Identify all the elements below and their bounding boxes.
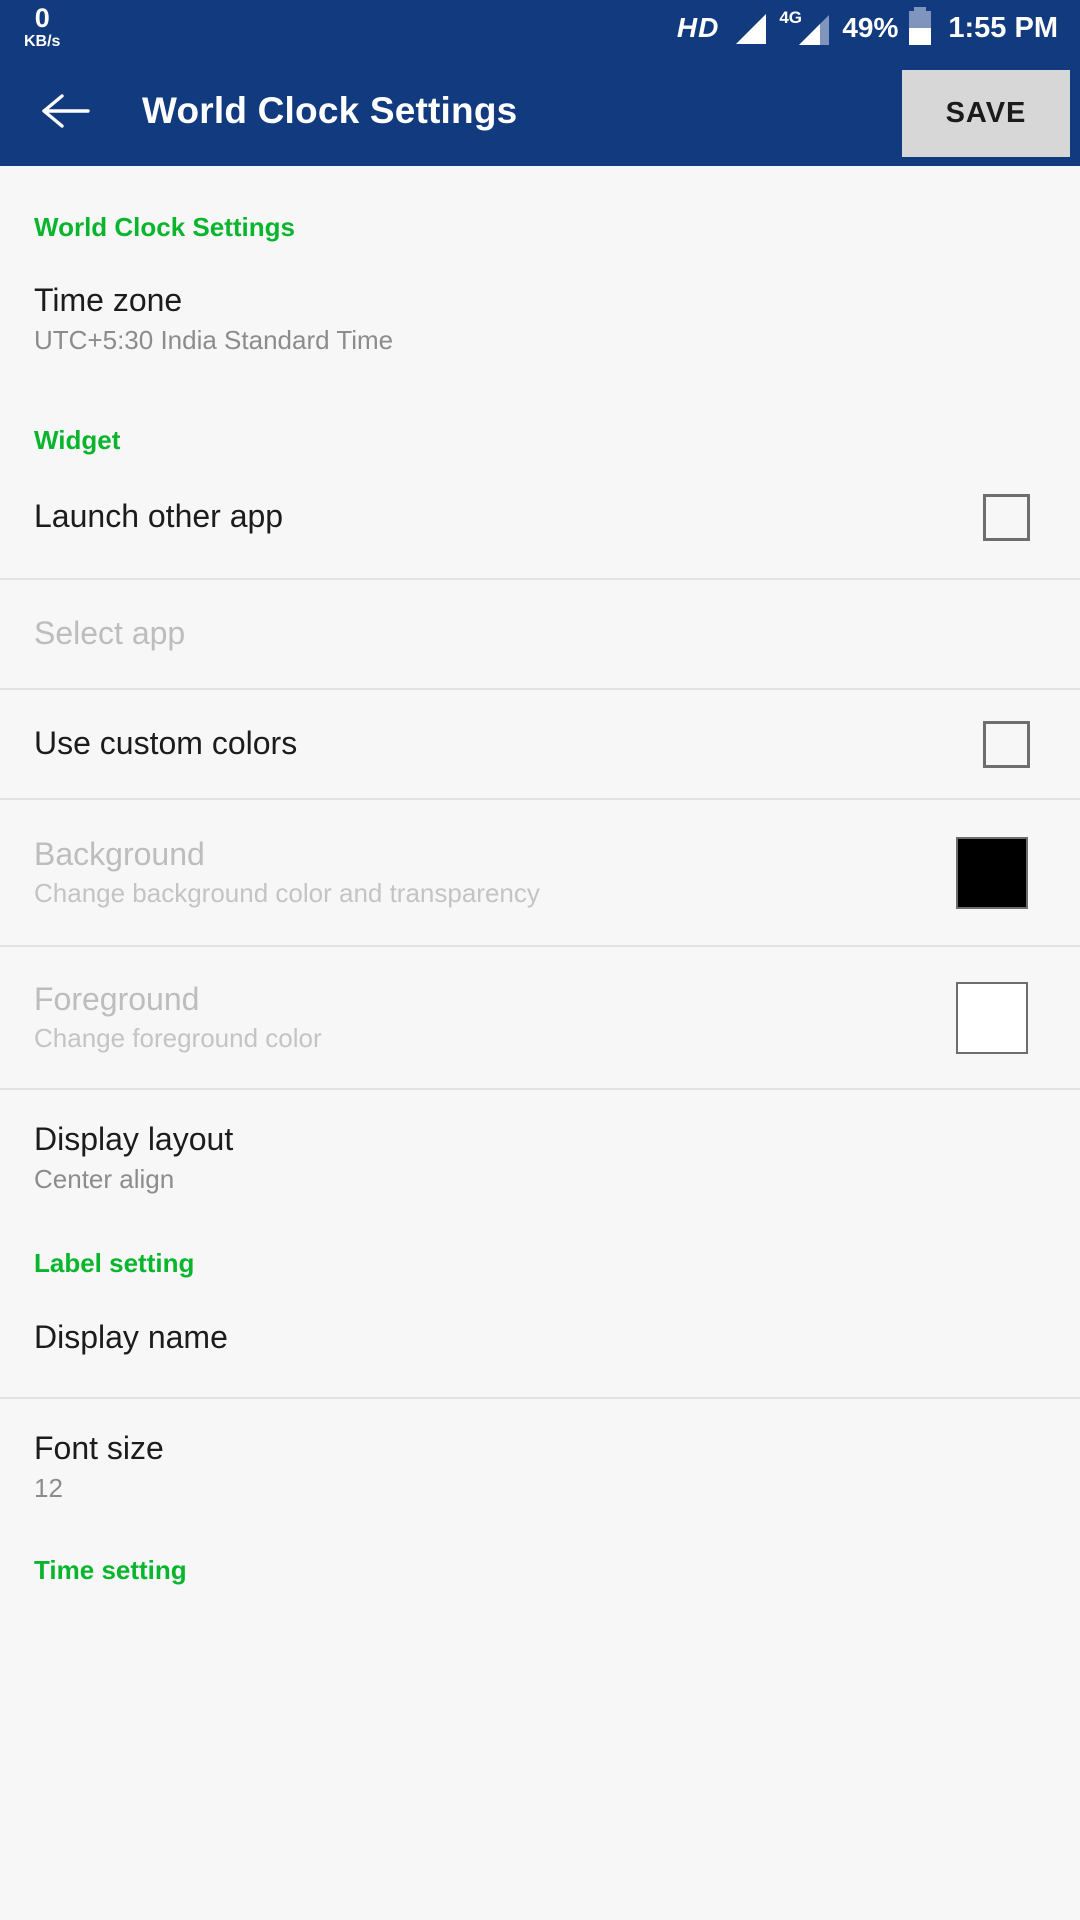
row-font-size[interactable]: Font size 12 [0,1399,1080,1527]
row-select-app: Select app [0,580,1080,688]
mobile-data-4g-icon: 4G [779,9,830,45]
row-foreground: Foreground Change foreground color [0,947,1080,1088]
signal-bars-icon [732,12,767,44]
section-header-time-setting: Time setting [34,1555,187,1585]
save-button[interactable]: SAVE [902,70,1070,157]
battery-percent-label: 49% [842,12,899,43]
display-layout-title: Display layout [34,1121,234,1157]
row-use-custom-colors[interactable]: Use custom colors [0,690,1080,798]
arrow-left-icon [40,91,90,131]
row-display-layout[interactable]: Display layout Center align [0,1090,1080,1218]
network-speed-indicator: 0 KB/s [24,2,61,50]
background-color-swatch [956,836,1028,909]
time-zone-title: Time zone [34,282,183,318]
back-button[interactable] [34,80,96,142]
network-speed-unit: KB/s [24,32,61,50]
use-custom-colors-checkbox[interactable] [983,720,1030,768]
settings-list[interactable]: World Clock Settings Time zone UTC+5:30 … [0,166,1080,1920]
font-size-title: Font size [34,1430,164,1466]
status-bar-right-group: HD 4G 49% 1:55 PM [676,7,1058,45]
status-bar-clock: 1:55 PM [948,11,1058,44]
foreground-color-swatch [956,981,1028,1054]
section-header-widget: Widget [34,425,121,455]
section-header-world-clock: World Clock Settings [34,212,295,242]
hd-icon: HD [676,12,720,43]
use-custom-colors-title: Use custom colors [34,725,298,762]
select-app-title: Select app [34,615,186,652]
time-zone-value: UTC+5:30 India Standard Time [34,324,394,355]
background-subtitle: Change background color and transparency [34,878,540,909]
row-display-name[interactable]: Display name [0,1279,1080,1397]
background-title: Background [34,835,205,872]
launch-other-app-title: Launch other app [34,498,284,535]
section-header-label-setting: Label setting [34,1248,195,1278]
row-background: Background Change background color and t… [0,800,1080,945]
display-layout-value: Center align [34,1163,175,1194]
launch-other-app-checkbox[interactable] [983,493,1030,541]
app-bar: World Clock Settings SAVE [0,56,1080,166]
network-speed-value: 0 [34,2,50,33]
foreground-subtitle: Change foreground color [34,1023,322,1054]
row-launch-other-app[interactable]: Launch other app [0,456,1080,578]
status-bar: 0 KB/s HD 4G 49% 1:55 PM [0,0,1080,56]
font-size-value: 12 [34,1472,63,1503]
row-time-zone[interactable]: Time zone UTC+5:30 India Standard Time [0,243,1080,363]
display-name-title: Display name [34,1319,228,1356]
page-title: World Clock Settings [142,90,518,131]
battery-icon [909,7,932,45]
foreground-title: Foreground [34,980,200,1017]
